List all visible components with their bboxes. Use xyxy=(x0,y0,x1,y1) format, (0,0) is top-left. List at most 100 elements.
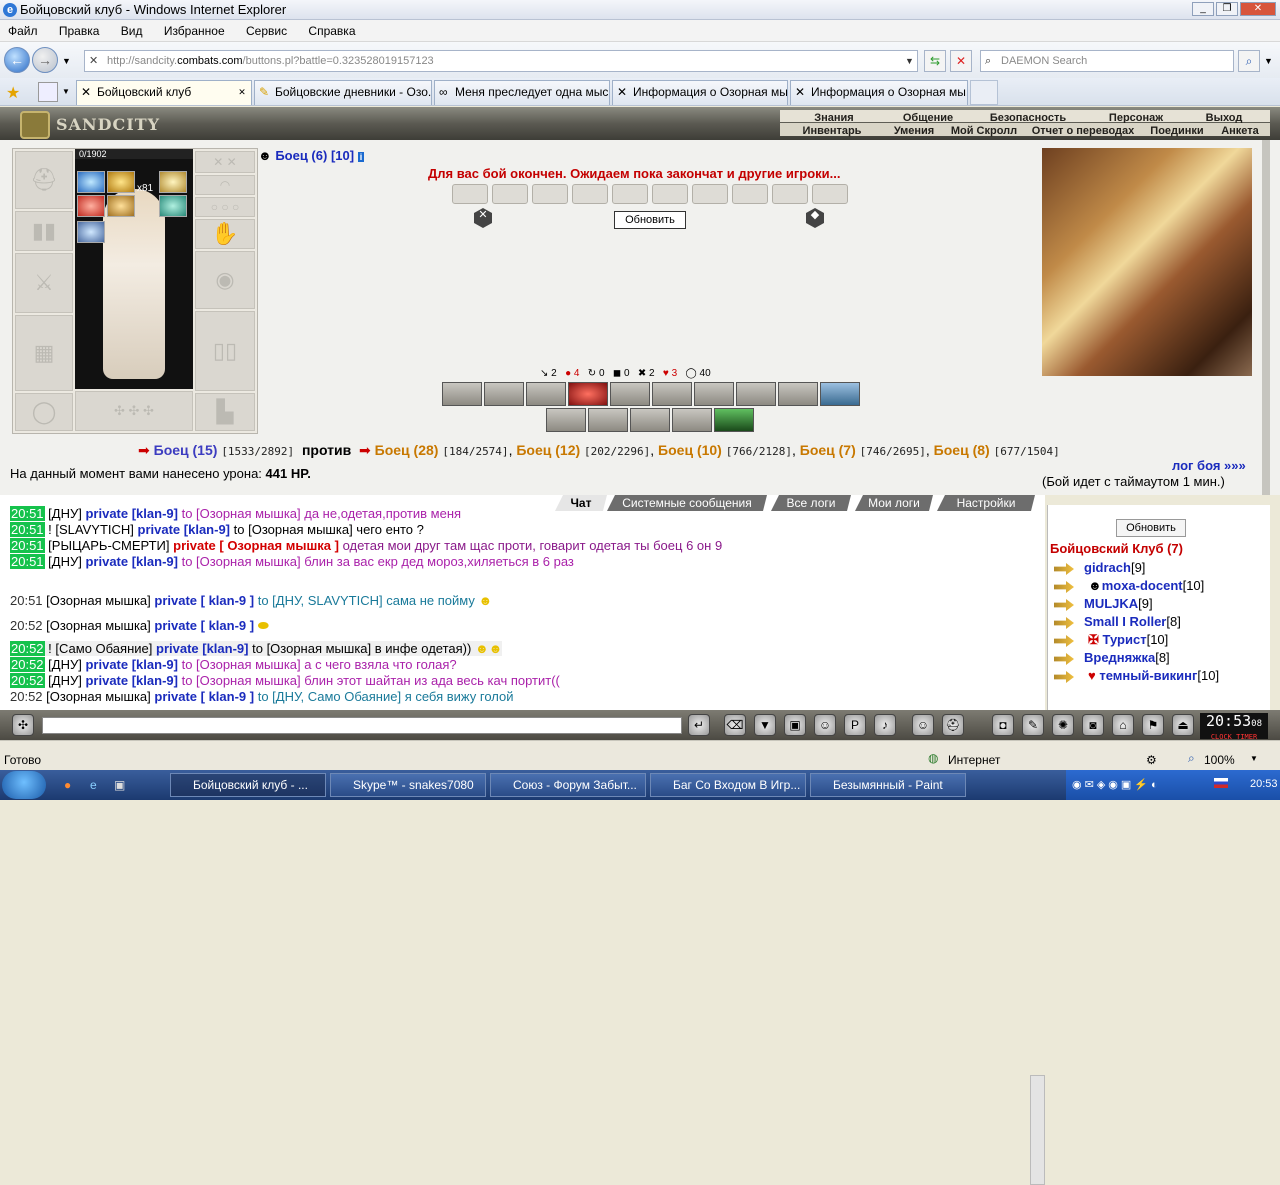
ability-icon[interactable] xyxy=(694,382,734,406)
task-paint[interactable]: Безымянный - Paint xyxy=(810,773,966,797)
menu-help[interactable]: Справка xyxy=(308,24,355,38)
start-button[interactable] xyxy=(2,771,46,799)
flag-icon[interactable]: ⚑ xyxy=(1142,714,1164,736)
roster-member[interactable]: ✠ Турист[10] xyxy=(1088,632,1168,648)
back-button[interactable]: ← xyxy=(4,47,30,73)
belt-slot[interactable]: ◯ xyxy=(15,393,73,431)
scroll-slot[interactable] xyxy=(812,184,848,204)
gloves-slot[interactable]: ✋ xyxy=(195,219,255,249)
send-icon[interactable]: ↵ xyxy=(688,714,710,736)
sound-icon[interactable]: ♪ xyxy=(874,714,896,736)
spell-rune-icon[interactable] xyxy=(77,221,105,243)
tab-list-icon[interactable]: ▼ xyxy=(62,87,70,96)
ability-icon[interactable] xyxy=(778,382,818,406)
menu-favorites[interactable]: Избранное xyxy=(164,24,225,38)
eraser-icon[interactable]: ⌫ xyxy=(724,714,746,736)
filter-icon[interactable]: ▼ xyxy=(754,714,776,736)
scroll-slot[interactable] xyxy=(532,184,568,204)
ability-icon[interactable] xyxy=(672,408,712,432)
ability-icon[interactable] xyxy=(588,408,628,432)
new-tab-button[interactable] xyxy=(970,80,998,105)
amulet-slot[interactable]: ◠ xyxy=(195,175,255,195)
house-icon[interactable]: ⌂ xyxy=(1112,714,1134,736)
ability-icon[interactable] xyxy=(630,408,670,432)
private-message-icon[interactable] xyxy=(1054,599,1074,611)
roster-member[interactable]: gidrach[9] xyxy=(1084,560,1145,575)
battle-log-link[interactable]: лог боя »»» xyxy=(1172,458,1246,473)
spell-ice-icon[interactable] xyxy=(77,171,105,193)
tab-chat[interactable]: Чат xyxy=(555,495,607,511)
scroll-slot[interactable] xyxy=(732,184,768,204)
task-bug[interactable]: Баг Со Входом В Игр... xyxy=(650,773,806,797)
tab-thread[interactable]: ∞ Меня преследует одна мыс... xyxy=(434,80,610,105)
spell-wings-icon[interactable] xyxy=(107,195,135,217)
zoom-dropdown-icon[interactable]: ▼ xyxy=(1250,754,1258,763)
minimize-button[interactable]: _ xyxy=(1192,2,1214,16)
history-dropdown-icon[interactable]: ▼ xyxy=(62,56,71,66)
fighter-name[interactable]: Боец (6) xyxy=(275,148,327,163)
nav-duels[interactable]: Поединки xyxy=(1142,125,1212,137)
ability-icon[interactable] xyxy=(610,382,650,406)
enemy-fighter[interactable]: Боец (28) xyxy=(375,442,439,458)
ability-icon[interactable] xyxy=(736,382,776,406)
shield-slot[interactable]: ◉ xyxy=(195,251,255,309)
scroll-icon[interactable]: ✎ xyxy=(1022,714,1044,736)
scroll-slot[interactable] xyxy=(652,184,688,204)
private-message-icon[interactable] xyxy=(1054,581,1074,593)
scroll-slot[interactable] xyxy=(612,184,648,204)
tab-my-logs[interactable]: Мои логи xyxy=(855,495,933,511)
nav-profile[interactable]: Анкета xyxy=(1212,125,1268,137)
quick-tabs-icon[interactable] xyxy=(38,82,58,102)
pouch-icon[interactable]: ◙ xyxy=(1082,714,1104,736)
legs-slot[interactable]: ▯▯ xyxy=(195,311,255,391)
clear-icon[interactable]: ✣ xyxy=(12,714,34,736)
ability-icon[interactable] xyxy=(568,382,608,406)
boots-slot[interactable]: ▙ xyxy=(195,393,255,431)
task-fight-club[interactable]: Бойцовский клуб - ... xyxy=(170,773,326,797)
menu-tools[interactable]: Сервис xyxy=(246,24,287,38)
protected-mode-icon[interactable]: ⚙ xyxy=(1146,753,1157,767)
spell-fire-icon[interactable] xyxy=(107,171,135,193)
scroll-slot[interactable] xyxy=(772,184,808,204)
info-icon[interactable]: i xyxy=(357,152,365,162)
spell-light-icon[interactable] xyxy=(159,171,187,193)
armor-slot[interactable]: ▦ xyxy=(15,315,73,391)
enemy-fighter[interactable]: Боец (12) xyxy=(516,442,580,458)
ability-icon[interactable] xyxy=(820,382,860,406)
address-dropdown-icon[interactable]: ▼ xyxy=(905,51,914,71)
nav-skills[interactable]: Умения xyxy=(884,125,944,137)
search-options-icon[interactable]: ▼ xyxy=(1264,56,1273,66)
ability-icon[interactable] xyxy=(484,382,524,406)
smile-icon[interactable]: ☺ xyxy=(912,714,934,736)
chat-scrollbar[interactable] xyxy=(1030,1075,1045,1185)
private-message-icon[interactable] xyxy=(1054,617,1074,629)
forward-button[interactable]: → xyxy=(32,47,58,73)
frame-scrollbar[interactable] xyxy=(1262,140,1270,495)
ability-icon[interactable] xyxy=(526,382,566,406)
exit-icon[interactable]: ⏏ xyxy=(1172,714,1194,736)
taskbar-clock[interactable]: 20:53 xyxy=(1250,778,1278,790)
favorites-star-icon[interactable]: ★ xyxy=(6,83,20,103)
rings-slot[interactable]: ○ ○ ○ xyxy=(195,197,255,217)
attack-icon[interactable]: ✕ xyxy=(474,208,492,228)
my-fighter[interactable]: Боец (15) xyxy=(154,442,218,458)
private-message-icon[interactable] xyxy=(1054,635,1074,647)
defense-icon[interactable]: ◆ xyxy=(806,208,824,228)
tab-fight-club[interactable]: ✕ Бойцовский клуб ✕ xyxy=(76,80,252,105)
roster-member[interactable]: ♥ темный-викинг[10] xyxy=(1088,668,1219,683)
scroll-slot[interactable] xyxy=(452,184,488,204)
refresh-roster-button[interactable]: Обновить xyxy=(1116,519,1186,537)
nav-inventory[interactable]: Инвентарь xyxy=(780,125,884,137)
enemy-fighter[interactable]: Боец (8) xyxy=(934,442,990,458)
tab-info-1[interactable]: ✕ Информация о Озорная мы... xyxy=(612,80,788,105)
tab-info-2[interactable]: ✕ Информация о Озорная мы... xyxy=(790,80,968,105)
ability-icon[interactable] xyxy=(652,382,692,406)
refresh-battle-button[interactable]: Обновить xyxy=(614,211,686,229)
ability-icon[interactable] xyxy=(546,408,586,432)
zoom-icon[interactable]: ⌕ xyxy=(1188,751,1195,766)
chat-input[interactable] xyxy=(42,717,682,734)
firefox-icon[interactable]: ● xyxy=(64,778,71,792)
close-window-button[interactable]: ✕ xyxy=(1240,2,1276,16)
nav-my-scroll[interactable]: Мой Скролл xyxy=(944,125,1024,137)
weapon-slot[interactable]: ⚔ xyxy=(15,253,73,313)
